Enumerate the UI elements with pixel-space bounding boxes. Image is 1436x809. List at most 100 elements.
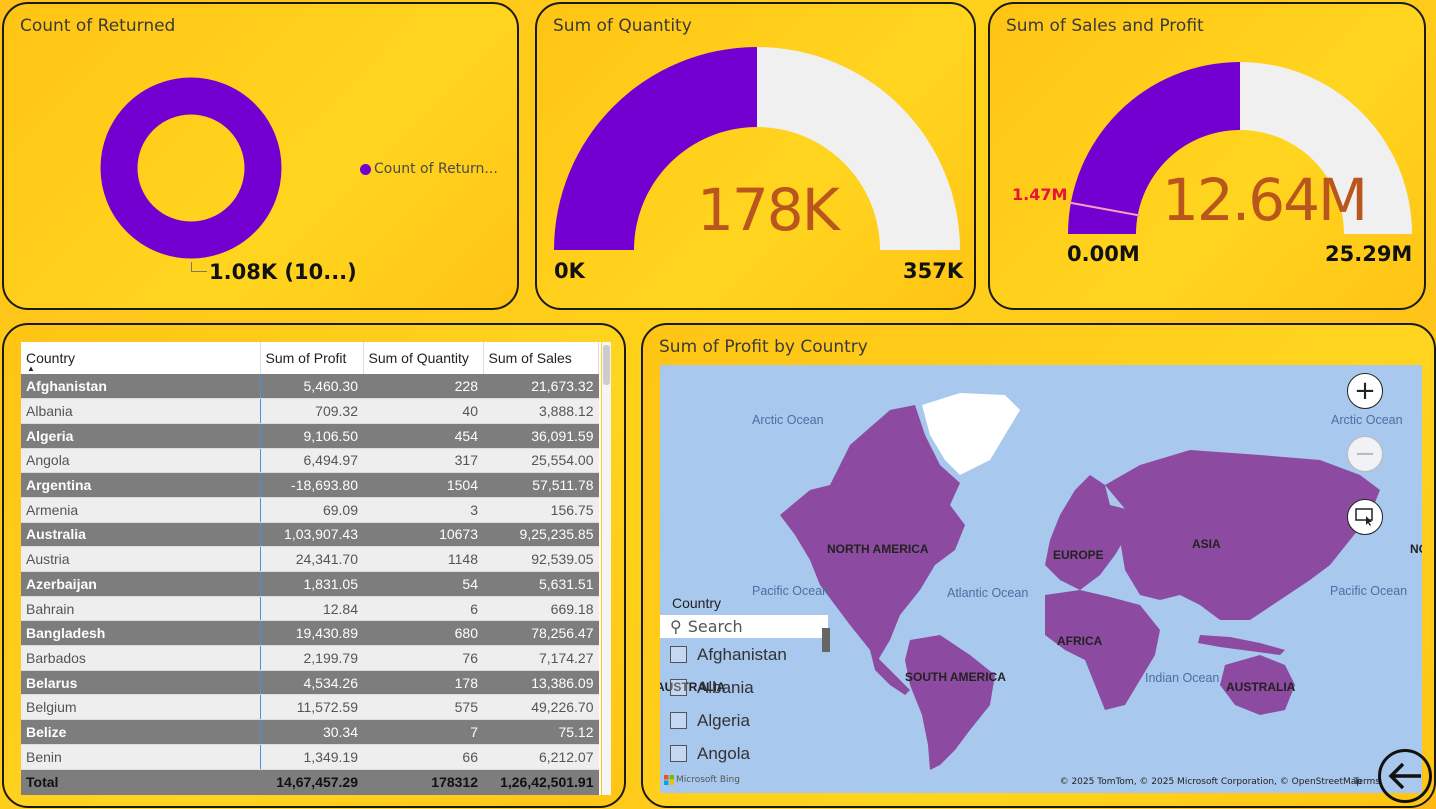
profit-map-card[interactable]: Sum of Profit by Country Arctic Ocean Ar… <box>641 323 1436 808</box>
table-row[interactable]: Bangladesh 19,430.89 680 78,256.47 <box>21 620 599 647</box>
table-row[interactable]: Afghanistan 5,460.30 228 21,673.32 <box>21 374 599 400</box>
quantity-cell: 317 <box>363 448 483 474</box>
continent-label: EUROPE <box>1053 548 1104 562</box>
quantity-cell: 40 <box>363 398 483 424</box>
sales-cell: 75.12 <box>483 719 599 745</box>
ocean-label: Atlantic Ocean <box>947 586 1029 600</box>
column-header-profit[interactable]: Sum of Profit <box>260 342 364 374</box>
sales-cell: 92,539.05 <box>483 546 599 572</box>
profit-cell: 5,460.30 <box>260 374 363 400</box>
checkbox[interactable] <box>670 712 687 729</box>
table-row[interactable]: Australia 1,03,907.43 10673 9,25,235.85 <box>21 522 599 548</box>
table-row[interactable]: Benin 1,349.19 66 6,212.07 <box>21 744 599 770</box>
country-cell: Belgium <box>21 694 261 721</box>
total-quantity: 178312 <box>363 769 483 795</box>
donut-ring <box>100 77 282 259</box>
back-button[interactable] <box>1378 749 1432 803</box>
column-header-sales[interactable]: Sum of Sales <box>483 342 599 374</box>
slicer-scrollbar[interactable] <box>822 628 830 652</box>
search-icon: ⚲ <box>670 617 682 636</box>
continent-label: SOUTH AMERICA <box>905 670 1006 684</box>
slicer-item[interactable]: Albania <box>670 671 832 704</box>
quantity-cell: 228 <box>363 374 483 400</box>
zoom-out-button[interactable]: − <box>1347 436 1383 472</box>
sales-cell: 3,888.12 <box>483 398 599 424</box>
gauge-target-label: 1.47M <box>1012 185 1068 204</box>
ocean-label: Indian Ocean <box>1145 671 1220 685</box>
country-cell: Azerbaijan <box>21 571 261 597</box>
table-row[interactable]: Azerbaijan 1,831.05 54 5,631.51 <box>21 571 599 597</box>
quantity-cell: 66 <box>363 744 483 770</box>
gauge-min: 0K <box>554 259 585 283</box>
table-row[interactable]: Austria 24,341.70 1148 92,539.05 <box>21 546 599 572</box>
quantity-cell: 575 <box>363 694 483 721</box>
table-row[interactable]: Belgium 11,572.59 575 49,226.70 <box>21 694 599 721</box>
gauge-value: 12.64M <box>1162 166 1368 234</box>
country-cell: Armenia <box>21 497 261 523</box>
quantity-cell: 76 <box>363 645 483 671</box>
profit-cell: 11,572.59 <box>260 694 363 721</box>
map-select-button[interactable] <box>1347 499 1383 535</box>
sum-of-sales-and-profit-card[interactable]: Sum of Sales and Profit 12.64M 0.00M 25.… <box>988 2 1426 310</box>
table-scrollbar[interactable] <box>602 342 611 795</box>
profit-cell: 2,199.79 <box>260 645 363 671</box>
scrollbar-thumb[interactable] <box>603 345 610 385</box>
total-sales: 1,26,42,501.91 <box>483 769 599 795</box>
table-row[interactable]: Belize 30.34 7 75.12 <box>21 719 599 745</box>
sales-cell: 21,673.32 <box>483 374 599 400</box>
column-header-quantity[interactable]: Sum of Quantity <box>363 342 484 374</box>
table-row[interactable]: Angola 6,494.97 317 25,554.00 <box>21 448 599 474</box>
table-row[interactable]: Albania 709.32 40 3,888.12 <box>21 398 599 424</box>
slicer-item[interactable]: Afghanistan <box>670 638 832 671</box>
continent-label: AFRICA <box>1057 634 1103 648</box>
table-row[interactable]: Armenia 69.09 3 156.75 <box>21 497 599 523</box>
country-cell: Bangladesh <box>21 620 261 647</box>
checkbox[interactable] <box>670 646 687 663</box>
slicer-item[interactable]: Algeria <box>670 704 832 737</box>
gauge-min: 0.00M <box>1067 242 1140 266</box>
table-row[interactable]: Barbados 2,199.79 76 7,174.27 <box>21 645 599 671</box>
donut-data-label: 1.08K (10...) <box>209 260 357 284</box>
slicer-search-input[interactable]: ⚲ Search <box>660 615 828 638</box>
country-cell: Benin <box>21 744 261 770</box>
country-cell: Barbados <box>21 645 261 671</box>
gauge-max: 25.29M <box>1325 242 1413 266</box>
checkbox[interactable] <box>670 679 687 696</box>
count-of-returned-card[interactable]: Count of Returned Count of Return... 1.0… <box>2 2 519 310</box>
total-label: Total <box>21 769 260 795</box>
zoom-in-button[interactable]: + <box>1347 373 1383 409</box>
quantity-cell: 1504 <box>363 472 483 498</box>
profit-cell: 709.32 <box>260 398 363 424</box>
quantity-cell: 54 <box>363 571 483 597</box>
quantity-cell: 1148 <box>363 546 483 572</box>
quantity-cell: 6 <box>363 596 483 622</box>
quantity-cell: 7 <box>363 719 483 745</box>
terms-link[interactable]: Terms <box>1353 777 1380 787</box>
table-row[interactable]: Bahrain 12.84 6 669.18 <box>21 596 599 622</box>
leader-line <box>191 262 207 272</box>
plus-icon: + <box>1354 376 1376 406</box>
slicer-item[interactable]: Angola <box>670 737 832 770</box>
checkbox[interactable] <box>670 745 687 762</box>
indonesia-shape <box>1198 635 1285 655</box>
ocean-label: Arctic Ocean <box>752 413 824 427</box>
country-table-card[interactable]: Country ▲ Sum of Profit Sum of Quantity … <box>2 323 626 808</box>
legend-dot <box>360 163 371 175</box>
table-row[interactable]: Algeria 9,106.50 454 36,091.59 <box>21 423 599 449</box>
table-row[interactable]: Belarus 4,534.26 178 13,386.09 <box>21 670 599 696</box>
sum-of-quantity-card[interactable]: Sum of Quantity 178K 0K 357K <box>535 2 976 310</box>
sales-cell: 49,226.70 <box>483 694 599 721</box>
profit-cell: 1,831.05 <box>260 571 363 597</box>
table-container[interactable]: Country ▲ Sum of Profit Sum of Quantity … <box>21 342 601 795</box>
column-header-country[interactable]: Country ▲ <box>21 342 261 374</box>
country-slicer[interactable]: Country ⚲ Search Afghanistan Albania Alger… <box>660 595 832 795</box>
donut-legend[interactable]: Count of Return... <box>360 161 498 177</box>
country-cell: Austria <box>21 546 261 572</box>
profit-cell: 9,106.50 <box>260 423 363 449</box>
country-cell: Argentina <box>21 472 261 498</box>
quantity-cell: 10673 <box>363 522 483 548</box>
map-attribution[interactable]: © 2025 TomTom, © 2025 Microsoft Corporat… <box>1060 777 1362 787</box>
table-row[interactable]: Argentina -18,693.80 1504 57,511.78 <box>21 472 599 498</box>
sales-cell: 57,511.78 <box>483 472 599 498</box>
total-row: Total 14,67,457.29 178312 1,26,42,501.91 <box>21 769 599 795</box>
